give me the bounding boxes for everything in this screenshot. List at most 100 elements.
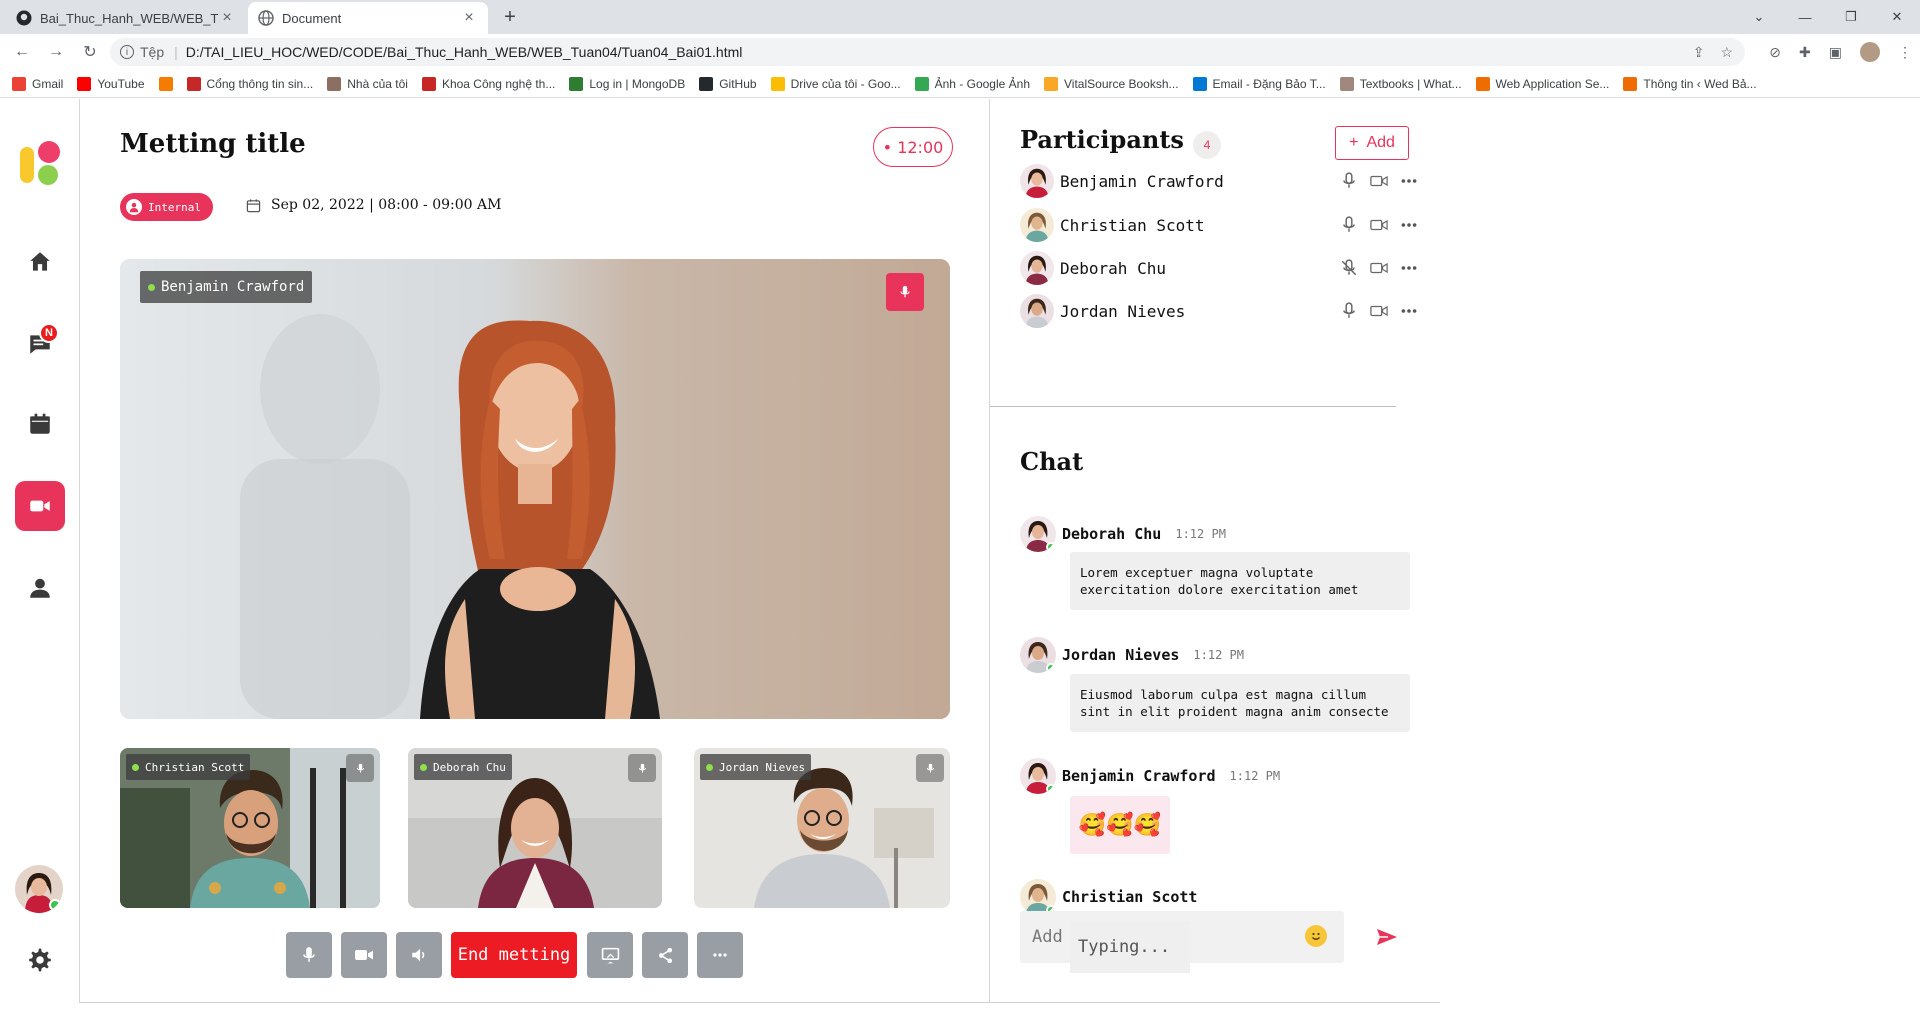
star-icon[interactable]: ☆ bbox=[1720, 44, 1733, 61]
sidebar-item-calendar[interactable] bbox=[15, 399, 65, 449]
address-bar[interactable]: i Tệp | D:/TAI_LIEU_HOC/WED/CODE/Bai_Thu… bbox=[110, 38, 1745, 66]
participant-video-thumbnail[interactable]: Christian Scott bbox=[120, 748, 380, 908]
chat-message-header: Christian Scott bbox=[1020, 879, 1197, 915]
chevron-down-icon[interactable]: ⌄ bbox=[1736, 9, 1782, 25]
send-icon[interactable] bbox=[1375, 925, 1399, 949]
chat-message-header: Benjamin Crawford 1:12 PM bbox=[1020, 758, 1280, 794]
speaker-toggle-button[interactable] bbox=[396, 932, 442, 978]
bookmark-icon bbox=[327, 76, 342, 91]
screen-share-button[interactable] bbox=[587, 932, 633, 978]
participant-row[interactable]: Deborah Chu bbox=[1020, 248, 1420, 288]
add-participant-button[interactable]: + Add bbox=[1335, 126, 1409, 160]
info-icon[interactable]: i bbox=[120, 45, 134, 59]
calendar-icon bbox=[30, 413, 50, 434]
menu-icon[interactable]: ⋮ bbox=[1898, 44, 1912, 61]
tab-github[interactable]: Bai_Thuc_Hanh_WEB/WEB_Tuan0 × bbox=[6, 2, 246, 34]
camera-toggle-button[interactable] bbox=[341, 932, 387, 978]
close-icon[interactable]: × bbox=[218, 9, 236, 27]
github-icon bbox=[16, 10, 32, 26]
new-tab-button[interactable]: + bbox=[498, 6, 522, 29]
bookmark-label: Cổng thông tin sin... bbox=[206, 76, 314, 91]
chat-message-header: Deborah Chu 1:12 PM bbox=[1020, 516, 1226, 552]
chat-emoji-message: 🥰🥰🥰 bbox=[1070, 796, 1170, 854]
participant-mic-button[interactable] bbox=[628, 754, 656, 782]
speaker-mic-button[interactable] bbox=[886, 273, 924, 311]
sidepanel-icon[interactable]: ▣ bbox=[1829, 44, 1842, 61]
bookmark-item[interactable]: Gmail bbox=[12, 76, 63, 91]
microphone-icon[interactable] bbox=[1340, 172, 1358, 190]
bookmark-item[interactable]: GitHub bbox=[699, 76, 757, 91]
close-window-icon[interactable]: ✕ bbox=[1874, 9, 1920, 25]
compass-icon[interactable]: ⊘ bbox=[1769, 44, 1781, 61]
more-horizontal-icon[interactable] bbox=[1400, 216, 1418, 234]
video-camera-icon[interactable] bbox=[1370, 302, 1388, 320]
online-indicator bbox=[132, 763, 139, 771]
sidebar-item-profile[interactable] bbox=[15, 563, 65, 613]
microphone-icon[interactable] bbox=[1340, 216, 1358, 234]
more-horizontal-icon[interactable] bbox=[1400, 172, 1418, 190]
bookmark-item[interactable]: Khoa Công nghệ th... bbox=[421, 76, 555, 91]
forward-icon[interactable]: → bbox=[44, 43, 68, 61]
bookmark-label: Nhà của tôi bbox=[347, 76, 408, 91]
bookmark-icon bbox=[1475, 76, 1490, 91]
close-icon[interactable]: × bbox=[460, 9, 478, 27]
online-indicator bbox=[706, 763, 713, 771]
app-logo[interactable] bbox=[18, 139, 64, 187]
chat-time: 1:12 PM bbox=[1229, 769, 1281, 783]
bookmark-label: Web Application Se... bbox=[1495, 76, 1610, 91]
participant-row[interactable]: Jordan Nieves bbox=[1020, 291, 1420, 331]
more-horizontal-icon[interactable] bbox=[1400, 259, 1418, 277]
meeting-date-text: Sep 02, 2022 | 08:00 - 09:00 AM bbox=[271, 197, 502, 213]
participant-video-thumbnail[interactable]: Deborah Chu bbox=[408, 748, 662, 908]
back-icon[interactable]: ← bbox=[10, 43, 34, 61]
avatar bbox=[1020, 516, 1056, 552]
participant-count-badge: 4 bbox=[1193, 131, 1221, 159]
reload-icon[interactable]: ↻ bbox=[78, 42, 102, 62]
profile-avatar[interactable] bbox=[1860, 42, 1880, 62]
share-button[interactable] bbox=[642, 932, 688, 978]
video-camera-icon[interactable] bbox=[1370, 259, 1388, 277]
more-options-button[interactable] bbox=[697, 932, 743, 978]
bookmark-item[interactable]: Ảnh - Google Ảnh bbox=[914, 76, 1030, 91]
mic-toggle-button[interactable] bbox=[286, 932, 332, 978]
online-indicator bbox=[420, 763, 427, 771]
share-icon[interactable]: ⇪ bbox=[1693, 44, 1705, 61]
video-camera-icon[interactable] bbox=[1370, 172, 1388, 190]
bookmark-item[interactable]: Drive của tôi - Goo... bbox=[770, 76, 901, 91]
microphone-icon[interactable] bbox=[1340, 302, 1358, 320]
bookmark-item[interactable]: YouTube bbox=[77, 76, 145, 91]
extensions-icon[interactable]: ✚ bbox=[1799, 44, 1811, 61]
avatar[interactable] bbox=[15, 865, 63, 913]
bookmark-icon bbox=[569, 76, 584, 91]
bookmark-item[interactable]: Textbooks | What... bbox=[1339, 76, 1462, 91]
sidebar-item-video[interactable] bbox=[15, 481, 65, 531]
sidebar-item-settings[interactable] bbox=[15, 935, 65, 985]
participant-row[interactable]: Benjamin Crawford bbox=[1020, 161, 1420, 201]
sidebar-item-home[interactable] bbox=[15, 237, 65, 287]
emoji-icon[interactable] bbox=[1305, 925, 1327, 947]
main-video[interactable]: Benjamin Crawford bbox=[120, 259, 950, 719]
microphone-icon bbox=[900, 285, 910, 298]
bookmark-item[interactable]: Web Application Se... bbox=[1475, 76, 1610, 91]
bookmark-item[interactable]: Thông tin ‹ Wed Bả... bbox=[1623, 76, 1757, 91]
tab-document[interactable]: Document × bbox=[248, 2, 488, 34]
video-camera-icon[interactable] bbox=[1370, 216, 1388, 234]
bookmark-item[interactable]: VitalSource Booksh... bbox=[1044, 76, 1179, 91]
more-horizontal-icon[interactable] bbox=[1400, 302, 1418, 320]
avatar-image bbox=[1020, 208, 1054, 242]
bookmark-item[interactable]: Log in | MongoDB bbox=[569, 76, 685, 91]
sidebar-item-chat[interactable]: N bbox=[15, 319, 65, 369]
participant-video-thumbnail[interactable]: Jordan Nieves bbox=[694, 748, 950, 908]
restore-icon[interactable]: ❐ bbox=[1828, 9, 1874, 25]
bookmark-item[interactable]: Cổng thông tin sin... bbox=[186, 76, 314, 91]
avatar bbox=[1020, 879, 1056, 915]
bookmark-item[interactable] bbox=[158, 76, 173, 91]
participant-mic-button[interactable] bbox=[346, 754, 374, 782]
participant-row[interactable]: Christian Scott bbox=[1020, 205, 1420, 245]
end-meeting-button[interactable]: End metting bbox=[451, 932, 577, 978]
bookmark-item[interactable]: Nhà của tôi bbox=[327, 76, 408, 91]
minimize-icon[interactable]: — bbox=[1782, 10, 1828, 25]
participant-mic-button[interactable] bbox=[916, 754, 944, 782]
bookmark-item[interactable]: Email - Đặng Bảo T... bbox=[1192, 76, 1326, 91]
microphone-off-icon[interactable] bbox=[1340, 259, 1358, 277]
